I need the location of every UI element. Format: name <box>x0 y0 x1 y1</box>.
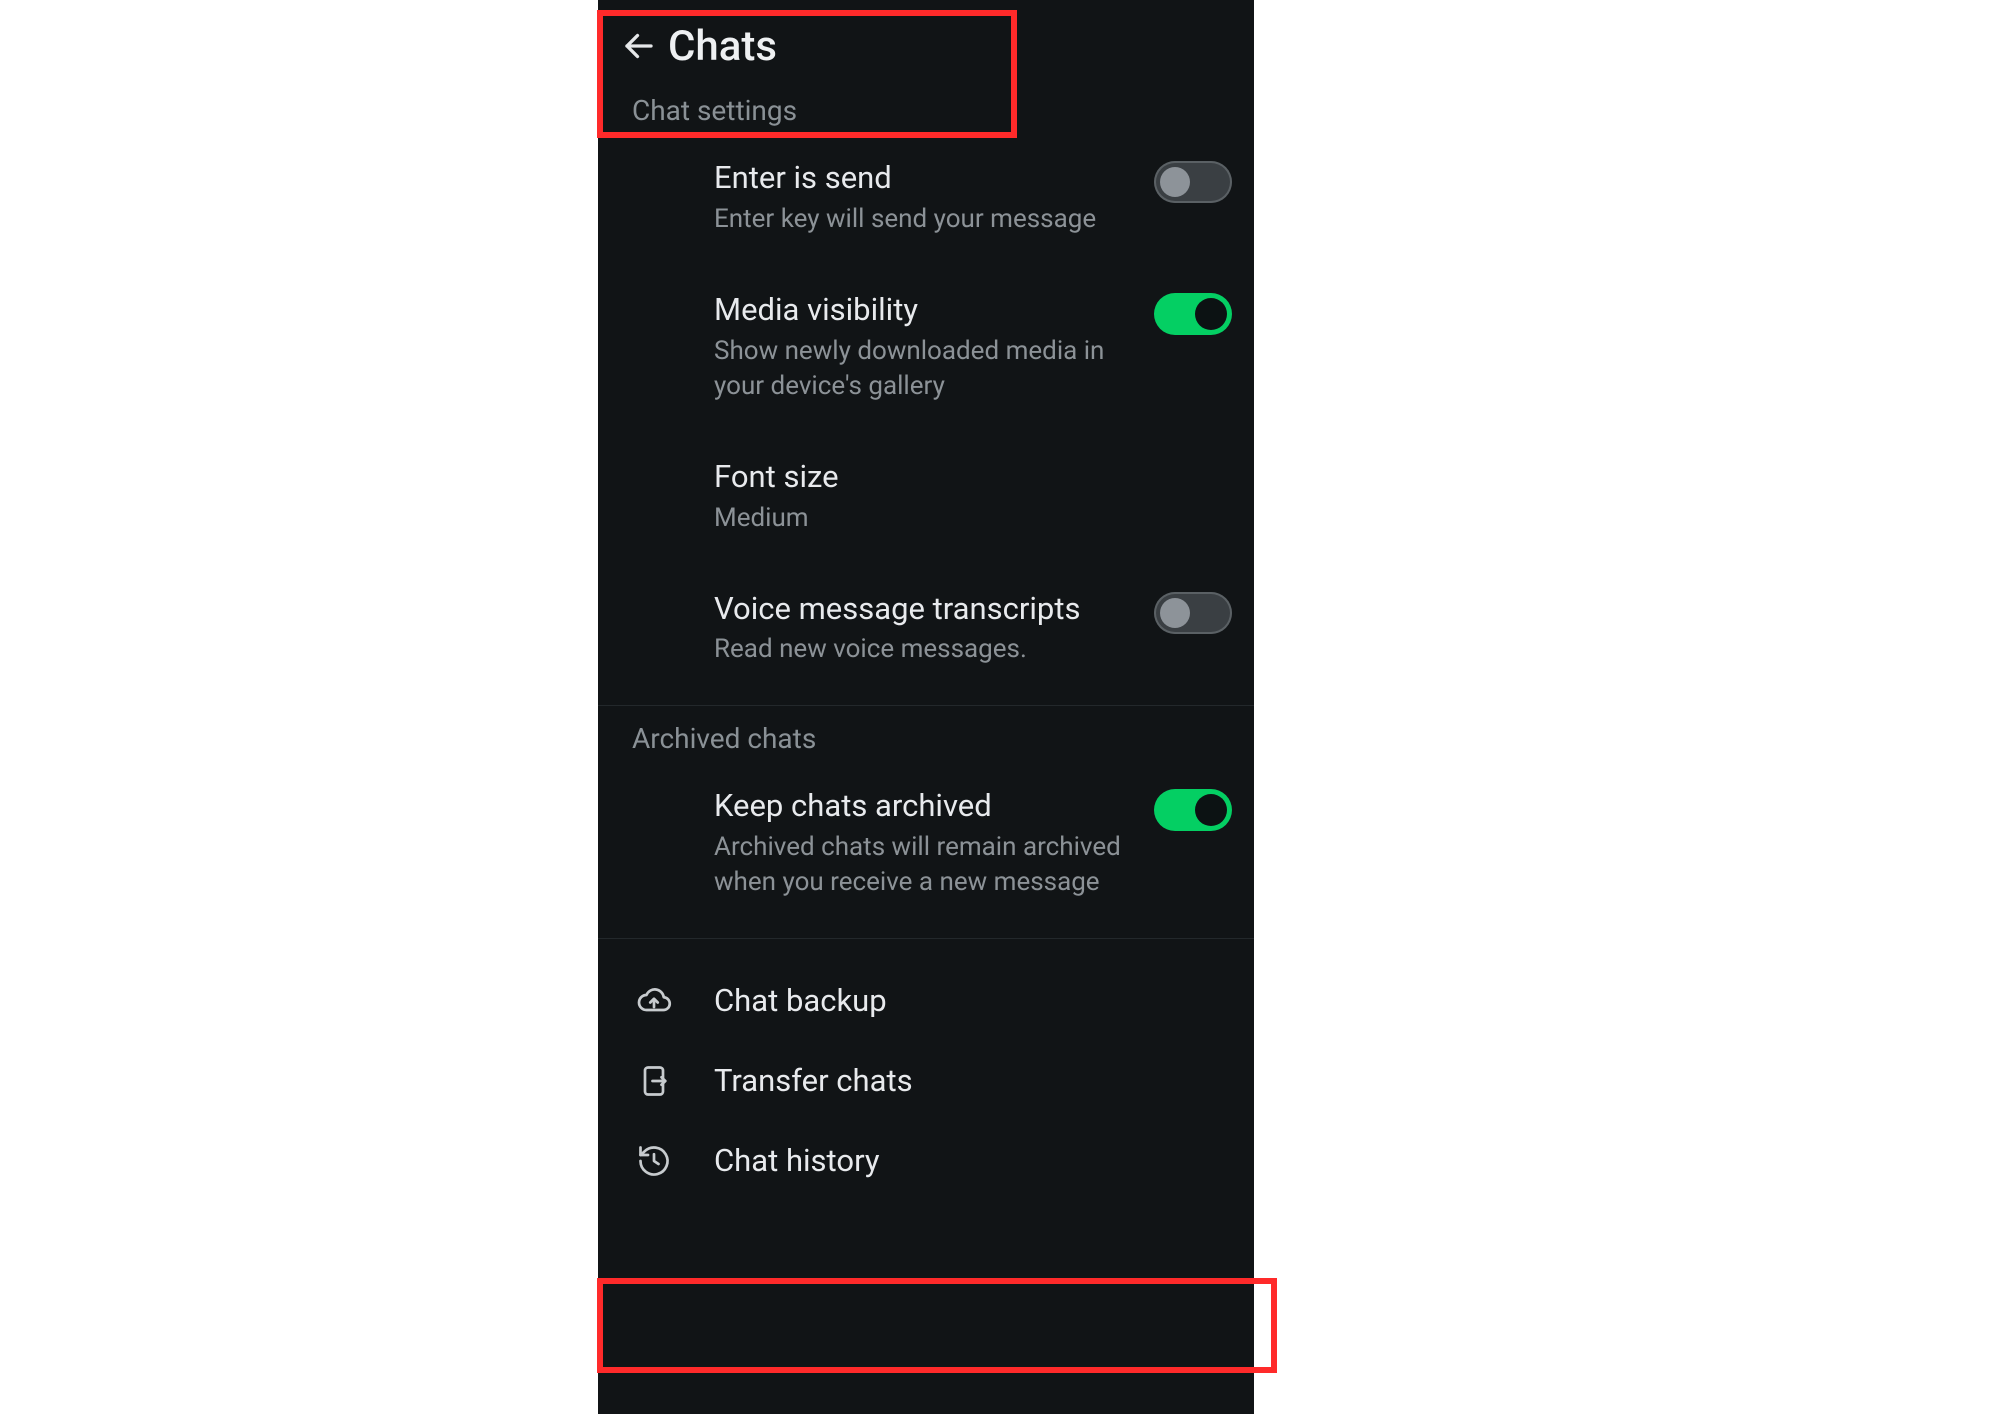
action-chat-backup[interactable]: Chat backup <box>598 961 1254 1041</box>
toggle-keep-archived[interactable] <box>1154 789 1232 831</box>
action-label: Transfer chats <box>714 1059 1218 1103</box>
section-heading-chat-settings: Chat settings <box>598 92 1254 141</box>
setting-title: Font size <box>714 458 1218 497</box>
device-transfer-icon <box>632 1059 676 1103</box>
divider <box>598 705 1254 706</box>
cloud-upload-icon <box>632 979 676 1023</box>
action-label: Chat backup <box>714 979 1218 1023</box>
setting-subtitle: Archived chats will remain archived when… <box>714 830 1140 900</box>
setting-enter-is-send[interactable]: Enter is send Enter key will send your m… <box>598 141 1254 255</box>
back-button[interactable] <box>616 23 662 69</box>
toggle-media-visibility[interactable] <box>1154 293 1232 335</box>
canvas: Chats Chat settings Enter is send Enter … <box>0 0 2000 1414</box>
phone-screen: Chats Chat settings Enter is send Enter … <box>598 0 1254 1414</box>
setting-title: Keep chats archived <box>714 787 1140 826</box>
action-chat-history[interactable]: Chat history <box>598 1121 1254 1201</box>
setting-title: Media visibility <box>714 291 1140 330</box>
setting-title: Enter is send <box>714 159 1140 198</box>
header-bar: Chats <box>598 0 1254 92</box>
setting-keep-archived[interactable]: Keep chats archived Archived chats will … <box>598 769 1254 918</box>
setting-title: Voice message transcripts <box>714 590 1140 629</box>
setting-font-size[interactable]: Font size Medium <box>598 440 1254 554</box>
setting-media-visibility[interactable]: Media visibility Show newly downloaded m… <box>598 273 1254 422</box>
setting-subtitle: Medium <box>714 501 1218 536</box>
section-heading-archived: Archived chats <box>598 720 1254 769</box>
setting-subtitle: Show newly downloaded media in your devi… <box>714 334 1140 404</box>
action-transfer-chats[interactable]: Transfer chats <box>598 1041 1254 1121</box>
setting-voice-transcripts[interactable]: Voice message transcripts Read new voice… <box>598 572 1254 686</box>
history-icon <box>632 1139 676 1183</box>
toggle-enter-is-send[interactable] <box>1154 161 1232 203</box>
page-title: Chats <box>668 22 777 71</box>
action-label: Chat history <box>714 1139 1218 1183</box>
toggle-voice-transcripts[interactable] <box>1154 592 1232 634</box>
setting-subtitle: Read new voice messages. <box>714 632 1140 667</box>
setting-subtitle: Enter key will send your message <box>714 202 1140 237</box>
divider <box>598 938 1254 939</box>
arrow-left-icon <box>621 28 657 64</box>
